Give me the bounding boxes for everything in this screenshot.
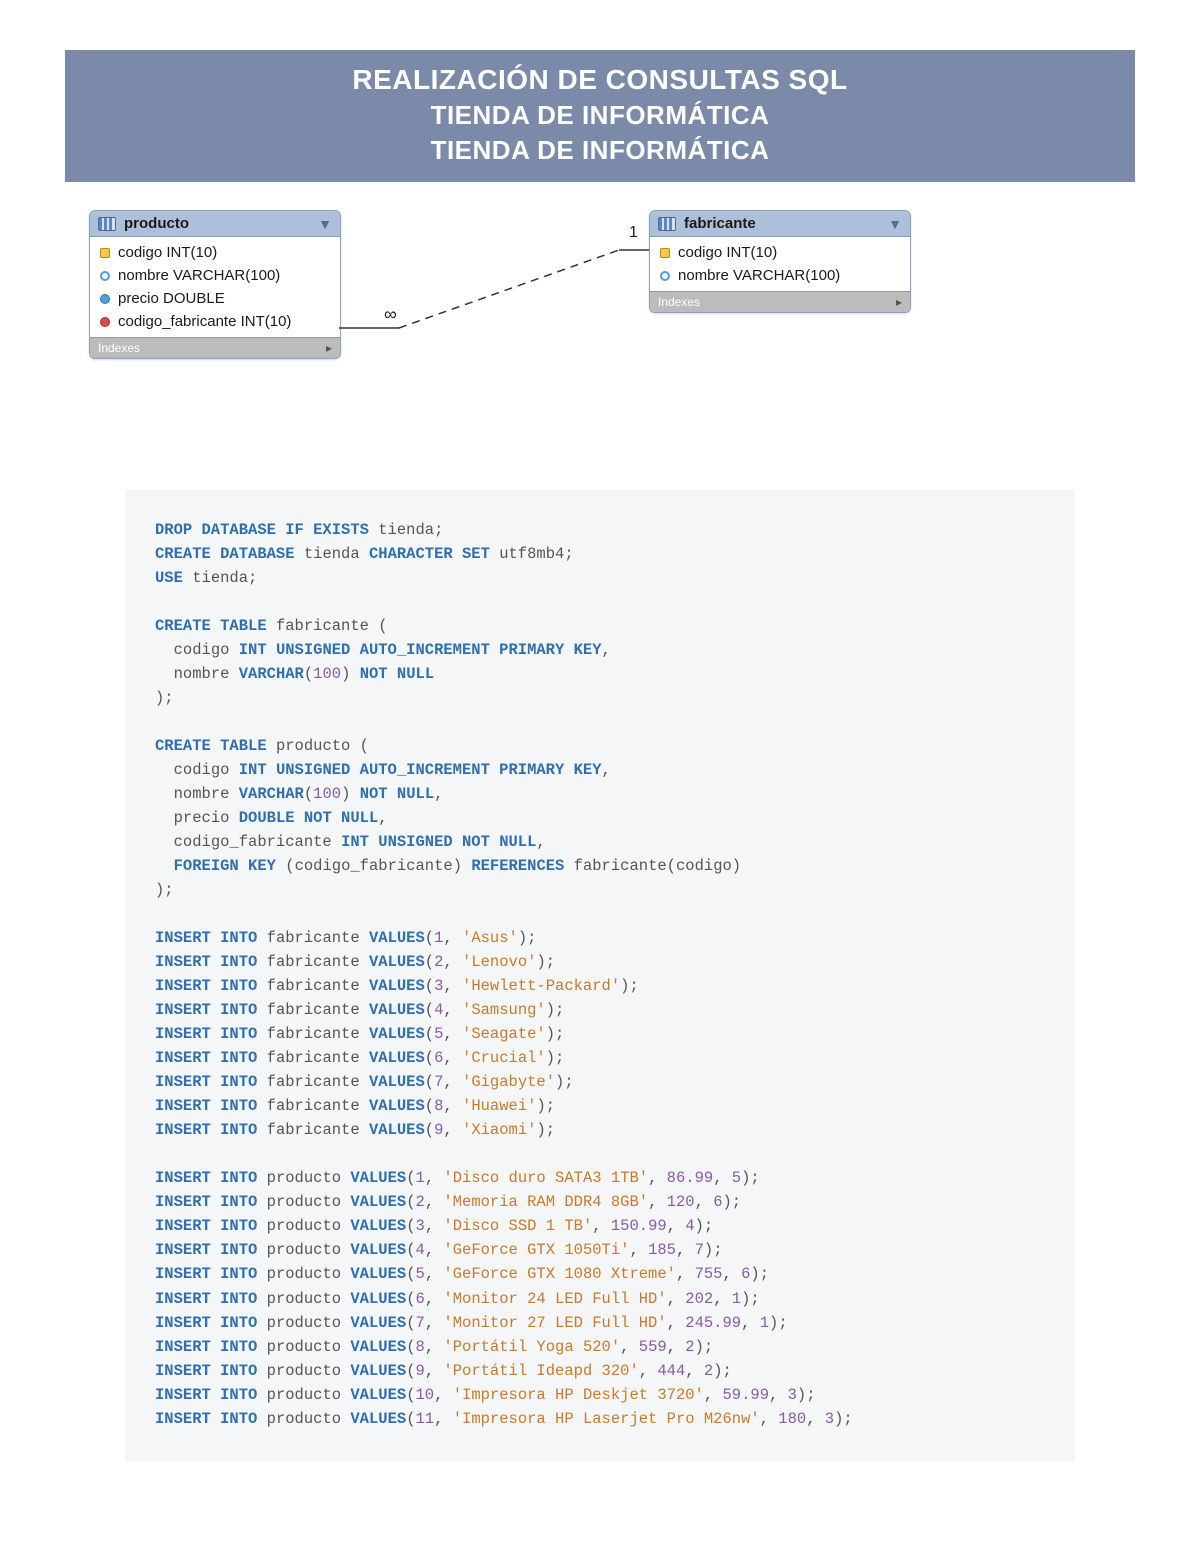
entity-fabricante: fabricante ▼ codigo INT(10) nombre VARCH…: [649, 210, 911, 313]
cardinality-many: ∞: [384, 304, 397, 325]
diamond-icon: [660, 271, 670, 281]
indexes-label: Indexes: [98, 341, 140, 355]
inserts-producto: INSERT INTO producto VALUES(1, 'Disco du…: [155, 1169, 853, 1427]
column-row: nombre VARCHAR(100): [90, 264, 340, 287]
banner-line-1: REALIZACIÓN DE CONSULTAS SQL: [65, 64, 1135, 96]
indexes-label: Indexes: [658, 295, 700, 309]
chevron-right-icon: ▸: [896, 295, 902, 309]
table-icon: [658, 217, 676, 231]
relationship-line: [339, 210, 659, 380]
chevron-down-icon: ▼: [318, 216, 332, 232]
kw: USE: [155, 569, 183, 587]
db-name: tienda: [378, 521, 434, 539]
entity-fabricante-title: fabricante: [684, 215, 756, 232]
column-row: nombre VARCHAR(100): [650, 264, 910, 287]
diamond-icon: [100, 294, 110, 304]
key-icon: [100, 248, 110, 258]
entity-producto-footer: Indexes ▸: [90, 337, 340, 358]
table-icon: [98, 217, 116, 231]
entity-producto: producto ▼ codigo INT(10) nombre VARCHAR…: [89, 210, 341, 359]
entity-fabricante-header: fabricante ▼: [650, 211, 910, 237]
column-text: codigo_fabricante INT(10): [118, 313, 291, 330]
entity-producto-title: producto: [124, 215, 189, 232]
inserts-fabricante: INSERT INTO fabricante VALUES(1, 'Asus')…: [155, 929, 639, 1139]
entity-producto-header: producto ▼: [90, 211, 340, 237]
column-row: codigo INT(10): [90, 241, 340, 264]
key-icon: [660, 248, 670, 258]
cardinality-one: 1: [629, 224, 638, 242]
column-text: codigo INT(10): [118, 244, 217, 261]
column-row: codigo INT(10): [650, 241, 910, 264]
column-text: codigo INT(10): [678, 244, 777, 261]
er-diagram: producto ▼ codigo INT(10) nombre VARCHAR…: [89, 210, 1111, 420]
sql-code-block: DROP DATABASE IF EXISTS tienda; CREATE D…: [125, 490, 1075, 1461]
diamond-icon: [100, 271, 110, 281]
column-text: nombre VARCHAR(100): [118, 267, 280, 284]
entity-fabricante-footer: Indexes ▸: [650, 291, 910, 312]
chevron-right-icon: ▸: [326, 341, 332, 355]
kw: DROP DATABASE IF EXISTS: [155, 521, 369, 539]
banner-line-2: TIENDA DE INFORMÁTICA: [65, 100, 1135, 131]
entity-producto-body: codigo INT(10) nombre VARCHAR(100) preci…: [90, 237, 340, 337]
title-banner: REALIZACIÓN DE CONSULTAS SQL TIENDA DE I…: [65, 50, 1135, 182]
kw: CREATE DATABASE: [155, 545, 295, 563]
column-row: precio DOUBLE: [90, 287, 340, 310]
column-row: codigo_fabricante INT(10): [90, 310, 340, 333]
column-text: nombre VARCHAR(100): [678, 267, 840, 284]
banner-line-3: TIENDA DE INFORMÁTICA: [65, 135, 1135, 166]
entity-fabricante-body: codigo INT(10) nombre VARCHAR(100): [650, 237, 910, 291]
chevron-down-icon: ▼: [888, 216, 902, 232]
fk-icon: [100, 317, 110, 327]
column-text: precio DOUBLE: [118, 290, 225, 307]
